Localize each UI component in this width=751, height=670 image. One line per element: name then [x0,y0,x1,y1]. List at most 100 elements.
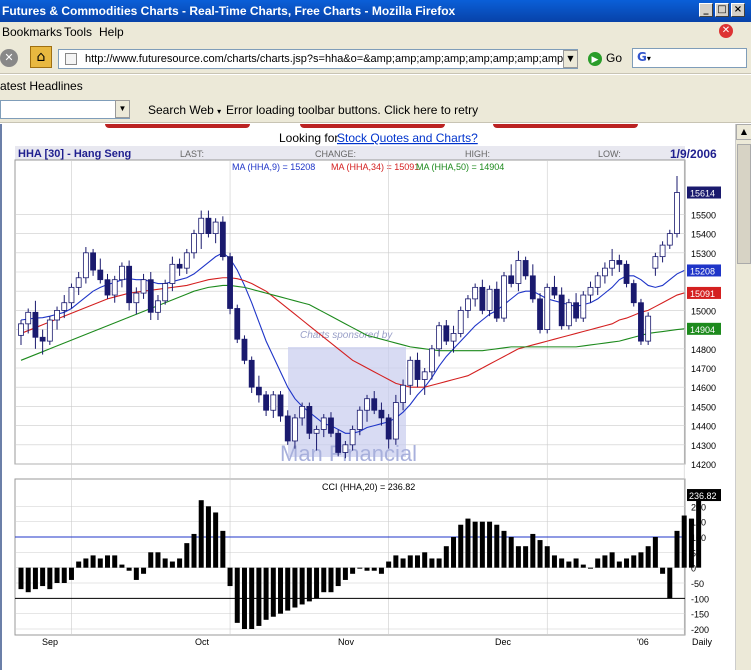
cci-bar [508,537,514,568]
candle-body [54,309,60,321]
time-axis-label: Nov [338,637,355,647]
cci-bar [523,546,529,568]
candle-body [169,263,176,284]
time-axis-label: '06 [637,637,649,647]
cci-bar [587,567,593,569]
cci-bar [378,567,384,574]
candle-body [191,233,197,254]
watermark-sponsored: Charts sponsored by [300,330,393,341]
address-dropdown-icon[interactable]: ▼ [563,50,578,68]
maximize-icon[interactable]: □ [715,3,729,17]
headlines-label[interactable]: atest Headlines [0,79,83,93]
go-button[interactable]: ▶ Go [588,51,622,66]
cci-bar [537,540,543,568]
candle-body [227,256,233,309]
candle-body [241,338,248,361]
cci-bar [652,537,658,568]
stop-icon[interactable]: ✕ [719,24,733,38]
candle-body [212,221,219,235]
cci-bar [494,524,500,568]
menu-bar: Bookmarks Tools Help ✕ [0,22,751,42]
toolbar-error-message[interactable]: Error loading toolbar buttons. Click her… [226,103,478,117]
ma34-legend: MA (HHA,34) = 15091 [331,162,419,172]
cci-bar [133,567,139,580]
stop-loading-icon[interactable]: ✕ [0,49,18,67]
cci-bar [667,567,673,599]
candle-body [630,283,637,304]
scroll-up-icon[interactable]: ▲ [736,124,751,140]
menu-bookmarks[interactable]: Bookmarks [2,25,62,39]
candle-body [299,405,306,419]
scroll-thumb[interactable] [737,144,751,264]
candle-body [421,371,428,380]
vertical-scrollbar[interactable]: ▲ [735,124,751,670]
candle-body [414,359,421,380]
cci-bar [191,533,197,568]
cci-bar [580,564,586,568]
page-content: Looking for Stock Quotes and Charts? HHA [… [0,124,735,670]
candle-body [328,417,334,434]
cci-bar [249,567,255,629]
cci-bar [674,530,680,568]
menu-tools[interactable]: Tools [64,25,92,39]
cci-bar [393,555,399,568]
candle-body [623,263,630,284]
candle-body [616,260,623,265]
cci-bar [292,567,298,608]
cci-bar [350,567,356,574]
candle-body [255,386,262,396]
price-tick-label: 15300 [691,249,716,259]
toolbar-search-input[interactable] [0,100,130,119]
cci-tick-label: -100 [691,594,709,604]
cci-bar [263,567,269,620]
candle-body [666,233,673,246]
candle-body [140,279,147,294]
cci-bar [68,567,74,580]
cci-bar [169,561,175,568]
candle-body [594,275,601,288]
cci-bar [90,555,96,568]
cci-bar [76,561,82,568]
menu-help[interactable]: Help [99,25,124,39]
page-icon [65,53,77,65]
candle-body [32,311,39,338]
time-axis-label: Sep [42,637,58,647]
candle-body [493,288,500,319]
go-arrow-icon: ▶ [588,52,602,66]
time-axis-label: Oct [195,637,210,647]
price-tick-label: 14800 [691,345,716,355]
candle-body [335,432,342,453]
cci-bar [198,500,204,568]
home-icon[interactable]: ⌂ [30,46,52,68]
minimize-icon[interactable]: _ [699,3,713,17]
cci-bar [40,567,46,587]
candle-body [205,217,212,234]
candle-body [443,325,450,342]
cci-bar [155,552,161,568]
candle-body [645,315,652,342]
stock-quotes-link[interactable]: Stock Quotes and Charts? [337,131,478,145]
candle-body [263,394,269,411]
candle-body [234,308,241,340]
candle-body [342,444,349,453]
close-icon[interactable]: × [731,3,745,17]
cci-bar [177,558,183,568]
cci-bar [241,567,247,629]
candle-body [25,311,32,325]
cci-bar [573,558,579,568]
candle-body [133,292,140,304]
cci-bar [458,524,464,568]
cci-bar [234,567,240,623]
address-bar[interactable]: http://www.futuresource.com/charts/chart… [58,49,578,69]
search-web-button[interactable]: Search Web ▾ [148,103,221,117]
google-search-box[interactable]: G▾ [632,48,747,68]
candle-body [407,359,414,386]
candle-body [97,269,104,281]
cci-bar [515,546,521,568]
cci-bar [660,567,666,574]
candle-body [587,286,594,296]
cci-bar [32,567,38,590]
candle-body [277,394,284,417]
toolbar-dropdown-icon[interactable]: ▼ [115,100,130,118]
candle-body [385,417,392,440]
